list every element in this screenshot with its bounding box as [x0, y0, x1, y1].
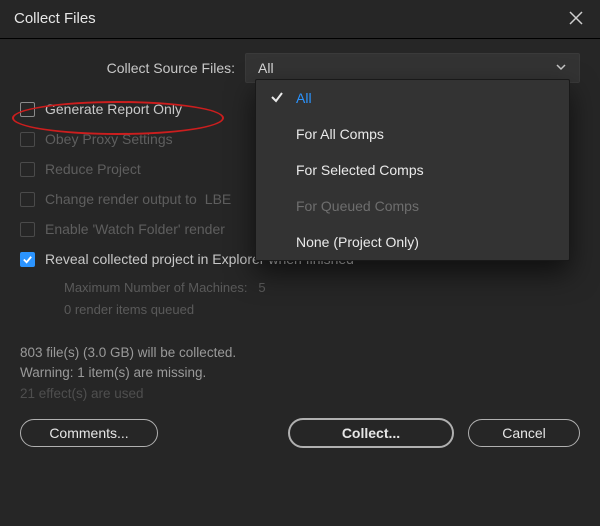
checkbox-box: [20, 222, 35, 237]
render-subinfo: Maximum Number of Machines: 5 0 render i…: [64, 277, 580, 321]
collect-source-dropdown-menu: All For All Comps For Selected Comps For…: [255, 79, 570, 261]
checkbox-box: [20, 162, 35, 177]
max-machines-label: Maximum Number of Machines:: [64, 280, 248, 295]
check-icon: [270, 90, 284, 107]
checkbox-label: Enable 'Watch Folder' render: [45, 221, 225, 237]
queued-items: 0 render items queued: [64, 299, 580, 321]
dropdown-option-selected-comps[interactable]: For Selected Comps: [256, 152, 569, 188]
dropdown-option-queued-comps: For Queued Comps: [256, 188, 569, 224]
comments-button[interactable]: Comments...: [20, 419, 158, 447]
collect-source-label: Collect Source Files:: [20, 60, 245, 76]
dropdown-option-all-comps[interactable]: For All Comps: [256, 116, 569, 152]
window-title: Collect Files: [14, 10, 96, 27]
checkbox-box: [20, 192, 35, 207]
render-output-value: LBE: [205, 191, 231, 207]
option-label: For All Comps: [296, 126, 384, 142]
checkbox-box: [20, 102, 35, 117]
option-label: All: [296, 90, 312, 106]
checkbox-box: [20, 252, 35, 267]
max-machines-row: Maximum Number of Machines: 5: [64, 277, 580, 299]
collect-button[interactable]: Collect...: [288, 418, 454, 448]
option-label: For Queued Comps: [296, 198, 419, 214]
titlebar: Collect Files: [0, 0, 600, 39]
chevron-down-icon: [555, 60, 567, 76]
dropdown-option-none[interactable]: None (Project Only): [256, 224, 569, 260]
checkbox-label: Change render output to: [45, 191, 197, 207]
cancel-button[interactable]: Cancel: [468, 419, 580, 447]
option-label: For Selected Comps: [296, 162, 424, 178]
status-block: 803 file(s) (3.0 GB) will be collected. …: [20, 343, 580, 404]
button-row: Comments... Collect... Cancel: [20, 418, 580, 448]
close-icon[interactable]: [566, 8, 586, 28]
status-line-warning: Warning: 1 item(s) are missing.: [20, 363, 580, 383]
checkbox-box: [20, 132, 35, 147]
checkbox-label: Reduce Project: [45, 161, 141, 177]
dropdown-option-all[interactable]: All: [256, 80, 569, 116]
option-label: None (Project Only): [296, 234, 419, 250]
checkbox-label: Generate Report Only: [45, 101, 182, 117]
status-line-collected: 803 file(s) (3.0 GB) will be collected.: [20, 343, 580, 363]
dropdown-selected-value: All: [258, 60, 274, 76]
checkbox-label: Obey Proxy Settings: [45, 131, 173, 147]
max-machines-value: 5: [258, 280, 265, 295]
dialog-content: Collect Source Files: All Generate Repor…: [0, 39, 600, 448]
status-line-effects: 21 effect(s) are used: [20, 384, 580, 404]
